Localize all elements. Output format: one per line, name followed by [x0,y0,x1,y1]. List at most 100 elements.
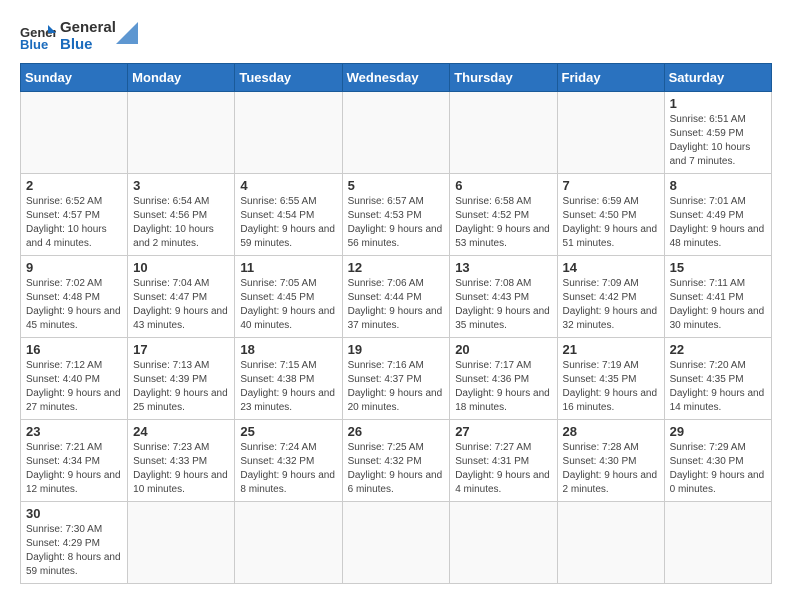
calendar-week-5: 23 Sunrise: 7:21 AMSunset: 4:34 PMDayligh… [21,420,772,502]
day-info: Sunrise: 6:59 AMSunset: 4:50 PMDaylight:… [563,195,659,251]
logo: General Blue General Blue [20,20,138,53]
svg-text:Blue: Blue [20,37,48,51]
day-number: 1 [670,96,766,111]
day-info: Sunrise: 7:24 AMSunset: 4:32 PMDaylight:… [240,441,336,497]
calendar-week-1: 1Sunrise: 6:51 AMSunset: 4:59 PMDaylight… [21,92,772,174]
day-info: Sunrise: 7:21 AMSunset: 4:34 PMDaylight:… [26,441,122,497]
day-info: Sunrise: 7:01 AMSunset: 4:49 PMDaylight:… [670,195,766,251]
day-number: 16 [26,342,122,357]
day-number: 23 [26,424,122,439]
calendar-week-4: 16 Sunrise: 7:12 AMSunset: 4:40 PMDayligh… [21,338,772,420]
calendar-week-3: 9Sunrise: 7:02 AMSunset: 4:48 PMDaylight… [21,256,772,338]
day-number: 15 [670,260,766,275]
day-info: Sunrise: 6:58 AMSunset: 4:52 PMDaylight:… [455,195,551,251]
calendar-cell: 10Sunrise: 7:04 AMSunset: 4:47 PMDayligh… [128,256,235,338]
calendar-cell: 28Sunrise: 7:28 AMSunset: 4:30 PMDayligh… [557,420,664,502]
day-number: 5 [348,178,445,193]
day-number: 12 [348,260,445,275]
day-info: Sunrise: 7:25 AMSunset: 4:32 PMDaylight:… [348,441,445,497]
calendar-cell: 25Sunrise: 7:24 AMSunset: 4:32 PMDayligh… [235,420,342,502]
day-number: 22 [670,342,766,357]
day-info: Sunrise: 7:04 AMSunset: 4:47 PMDaylight:… [133,277,229,333]
calendar-cell: 18 Sunrise: 7:15 AMSunset: 4:38 PMDayligh… [235,338,342,420]
calendar-cell: 5 Sunrise: 6:57 AMSunset: 4:53 PMDaylight… [342,174,450,256]
calendar-cell: 15 Sunrise: 7:11 AMSunset: 4:41 PMDayligh… [664,256,771,338]
day-number: 4 [240,178,336,193]
calendar-cell: 22 Sunrise: 7:20 AMSunset: 4:35 PMDayligh… [664,338,771,420]
calendar-cell [128,92,235,174]
day-number: 7 [563,178,659,193]
calendar-cell: 24 Sunrise: 7:23 AMSunset: 4:33 PMDayligh… [128,420,235,502]
calendar-cell [342,502,450,584]
day-info: Sunrise: 7:11 AMSunset: 4:41 PMDaylight:… [670,277,766,333]
calendar-cell [664,502,771,584]
calendar-cell [128,502,235,584]
day-info: Sunrise: 6:55 AMSunset: 4:54 PMDaylight:… [240,195,336,251]
calendar-cell: 8Sunrise: 7:01 AMSunset: 4:49 PMDaylight… [664,174,771,256]
day-header-sunday: Sunday [21,64,128,92]
day-number: 9 [26,260,122,275]
day-number: 6 [455,178,551,193]
day-number: 14 [563,260,659,275]
day-info: Sunrise: 7:15 AMSunset: 4:38 PMDaylight:… [240,359,336,415]
calendar-cell: 12 Sunrise: 7:06 AMSunset: 4:44 PMDayligh… [342,256,450,338]
day-number: 21 [563,342,659,357]
calendar-cell: 23 Sunrise: 7:21 AMSunset: 4:34 PMDayligh… [21,420,128,502]
calendar-cell: 14 Sunrise: 7:09 AMSunset: 4:42 PMDayligh… [557,256,664,338]
day-number: 29 [670,424,766,439]
calendar-cell: 1Sunrise: 6:51 AMSunset: 4:59 PMDaylight… [664,92,771,174]
day-number: 30 [26,506,122,521]
day-info: Sunrise: 7:30 AMSunset: 4:29 PMDaylight:… [26,523,122,579]
day-info: Sunrise: 7:23 AMSunset: 4:33 PMDaylight:… [133,441,229,497]
day-header-thursday: Thursday [450,64,557,92]
calendar-cell [235,502,342,584]
day-info: Sunrise: 7:16 AMSunset: 4:37 PMDaylight:… [348,359,445,415]
calendar-cell: 21 Sunrise: 7:19 AMSunset: 4:35 PMDayligh… [557,338,664,420]
day-info: Sunrise: 7:17 AMSunset: 4:36 PMDaylight:… [455,359,551,415]
calendar-cell [21,92,128,174]
calendar-cell: 4 Sunrise: 6:55 AMSunset: 4:54 PMDaylight… [235,174,342,256]
calendar-cell: 11Sunrise: 7:05 AMSunset: 4:45 PMDayligh… [235,256,342,338]
day-header-wednesday: Wednesday [342,64,450,92]
day-number: 24 [133,424,229,439]
day-number: 27 [455,424,551,439]
calendar-week-6: 30 Sunrise: 7:30 AMSunset: 4:29 PMDayligh… [21,502,772,584]
day-info: Sunrise: 7:12 AMSunset: 4:40 PMDaylight:… [26,359,122,415]
day-info: Sunrise: 7:09 AMSunset: 4:42 PMDaylight:… [563,277,659,333]
page-header: General Blue General Blue [20,20,772,53]
day-number: 26 [348,424,445,439]
calendar-cell: 6 Sunrise: 6:58 AMSunset: 4:52 PMDaylight… [450,174,557,256]
calendar-cell [557,92,664,174]
calendar-cell: 7 Sunrise: 6:59 AMSunset: 4:50 PMDaylight… [557,174,664,256]
day-header-friday: Friday [557,64,664,92]
calendar-cell [235,92,342,174]
day-number: 13 [455,260,551,275]
day-info: Sunrise: 7:08 AMSunset: 4:43 PMDaylight:… [455,277,551,333]
day-info: Sunrise: 7:19 AMSunset: 4:35 PMDaylight:… [563,359,659,415]
day-info: Sunrise: 6:57 AMSunset: 4:53 PMDaylight:… [348,195,445,251]
day-number: 17 [133,342,229,357]
day-header-tuesday: Tuesday [235,64,342,92]
calendar-cell: 27Sunrise: 7:27 AMSunset: 4:31 PMDayligh… [450,420,557,502]
day-info: Sunrise: 6:52 AMSunset: 4:57 PMDaylight:… [26,195,122,251]
day-number: 28 [563,424,659,439]
calendar-cell [342,92,450,174]
day-header-monday: Monday [128,64,235,92]
calendar-cell: 30 Sunrise: 7:30 AMSunset: 4:29 PMDayligh… [21,502,128,584]
day-info: Sunrise: 6:54 AMSunset: 4:56 PMDaylight:… [133,195,229,251]
day-number: 20 [455,342,551,357]
calendar-cell: 19Sunrise: 7:16 AMSunset: 4:37 PMDayligh… [342,338,450,420]
logo-icon: General Blue [20,23,56,51]
calendar-cell [557,502,664,584]
calendar-cell: 26 Sunrise: 7:25 AMSunset: 4:32 PMDayligh… [342,420,450,502]
calendar-cell [450,92,557,174]
day-info: Sunrise: 7:05 AMSunset: 4:45 PMDaylight:… [240,277,336,333]
calendar-header-row: SundayMondayTuesdayWednesdayThursdayFrid… [21,64,772,92]
logo-general: General [60,20,116,37]
day-info: Sunrise: 7:20 AMSunset: 4:35 PMDaylight:… [670,359,766,415]
day-info: Sunrise: 7:06 AMSunset: 4:44 PMDaylight:… [348,277,445,333]
calendar-cell [450,502,557,584]
calendar-table: SundayMondayTuesdayWednesdayThursdayFrid… [20,63,772,584]
calendar-cell: 2Sunrise: 6:52 AMSunset: 4:57 PMDaylight… [21,174,128,256]
day-number: 18 [240,342,336,357]
